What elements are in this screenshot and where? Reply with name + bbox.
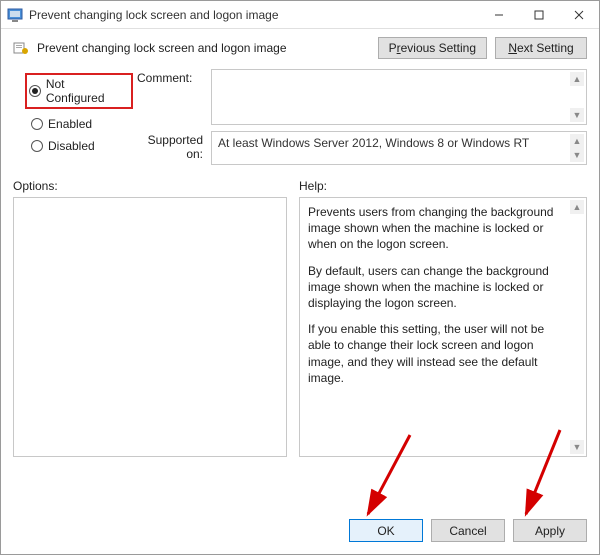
app-icon xyxy=(7,7,23,23)
titlebar: Prevent changing lock screen and logon i… xyxy=(1,1,599,29)
help-panel: Prevents users from changing the backgro… xyxy=(299,197,587,457)
radio-icon xyxy=(29,85,41,97)
radio-not-configured-highlight: Not Configured xyxy=(25,73,133,109)
radio-label: Disabled xyxy=(48,139,95,153)
comment-textarea[interactable]: ▲ ▼ xyxy=(211,69,587,125)
help-paragraph: By default, users can change the backgro… xyxy=(308,263,568,312)
supported-label: Supported on: xyxy=(137,131,207,165)
scroll-up-icon[interactable]: ▲ xyxy=(570,134,584,148)
radio-label: Not Configured xyxy=(46,77,125,105)
scroll-down-icon[interactable]: ▼ xyxy=(570,440,584,454)
radio-not-configured[interactable]: Not Configured xyxy=(29,77,125,105)
settings-grid: Not Configured Enabled Disabled Comment:… xyxy=(1,69,599,165)
radio-icon xyxy=(31,140,43,152)
radio-label: Enabled xyxy=(48,117,92,131)
scroll-up-icon[interactable]: ▲ xyxy=(570,200,584,214)
help-paragraph: If you enable this setting, the user wil… xyxy=(308,321,568,386)
state-radios: Not Configured Enabled Disabled xyxy=(13,69,133,165)
options-label: Options: xyxy=(13,179,287,193)
close-button[interactable] xyxy=(559,1,599,28)
next-setting-button[interactable]: Next Setting xyxy=(495,37,587,59)
help-paragraph: Prevents users from changing the backgro… xyxy=(308,204,568,253)
supported-on-text: At least Windows Server 2012, Windows 8 … xyxy=(218,136,529,150)
maximize-button[interactable] xyxy=(519,1,559,28)
scroll-down-icon[interactable]: ▼ xyxy=(570,148,584,162)
window-controls xyxy=(479,1,599,28)
dialog-buttons: OK Cancel Apply xyxy=(1,509,599,554)
previous-setting-button[interactable]: Previous Setting xyxy=(378,37,487,59)
comment-label: Comment: xyxy=(137,69,207,125)
section-headers: Options: Help: xyxy=(1,165,599,197)
scroll-down-icon[interactable]: ▼ xyxy=(570,108,584,122)
scroll-up-icon[interactable]: ▲ xyxy=(570,72,584,86)
panels: Prevents users from changing the backgro… xyxy=(1,197,599,509)
radio-disabled[interactable]: Disabled xyxy=(31,139,133,153)
apply-button[interactable]: Apply xyxy=(513,519,587,542)
toolbar: Prevent changing lock screen and logon i… xyxy=(1,29,599,69)
minimize-button[interactable] xyxy=(479,1,519,28)
policy-heading: Prevent changing lock screen and logon i… xyxy=(37,41,287,55)
help-label: Help: xyxy=(299,179,327,193)
policy-icon xyxy=(13,40,29,56)
radio-icon xyxy=(31,118,43,130)
window-title: Prevent changing lock screen and logon i… xyxy=(29,8,479,22)
radio-enabled[interactable]: Enabled xyxy=(31,117,133,131)
ok-button[interactable]: OK xyxy=(349,519,423,542)
window: Prevent changing lock screen and logon i… xyxy=(0,0,600,555)
options-panel xyxy=(13,197,287,457)
cancel-button[interactable]: Cancel xyxy=(431,519,505,542)
supported-on-box: At least Windows Server 2012, Windows 8 … xyxy=(211,131,587,165)
